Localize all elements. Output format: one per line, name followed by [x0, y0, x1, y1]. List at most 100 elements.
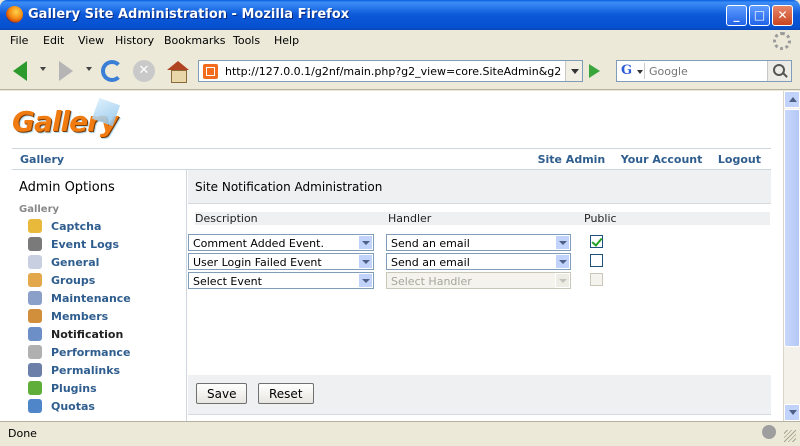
- sidebar-item-members[interactable]: Members: [28, 307, 131, 325]
- menu-view[interactable]: View: [78, 34, 104, 47]
- anchor-icon: [28, 363, 42, 377]
- breadcrumb[interactable]: Gallery: [20, 153, 64, 166]
- chevron-down-icon: [358, 273, 373, 288]
- throbber-icon: [773, 32, 791, 50]
- chevron-down-icon: [555, 273, 570, 288]
- menu-bookmarks[interactable]: Bookmarks: [164, 34, 225, 47]
- puzzle-icon: [28, 381, 42, 395]
- back-history-dropdown[interactable]: [40, 67, 46, 71]
- menu-edit[interactable]: Edit: [43, 34, 64, 47]
- reset-button[interactable]: Reset: [258, 383, 314, 404]
- sidebar-item-plugins[interactable]: Plugins: [28, 379, 131, 397]
- chevron-down-icon: [358, 254, 373, 269]
- log-icon: [28, 237, 42, 251]
- event-select-1[interactable]: Comment Added Event.: [188, 234, 374, 251]
- minimize-button[interactable]: _: [726, 5, 747, 26]
- menu-file[interactable]: File: [10, 34, 28, 47]
- scroll-down-button[interactable]: [784, 404, 800, 421]
- sidebar-item-general[interactable]: General: [28, 253, 131, 271]
- event-select-value: Select Event: [193, 275, 262, 288]
- sidebar-item-performance[interactable]: Performance: [28, 343, 131, 361]
- url-dropdown-button[interactable]: [565, 61, 582, 81]
- scroll-up-button[interactable]: [784, 91, 800, 108]
- chevron-down-icon: [555, 235, 570, 250]
- reload-button[interactable]: [98, 58, 126, 84]
- sidebar-nav: Captcha Event Logs General Groups Maintenanc…: [28, 217, 131, 415]
- reload-icon: [101, 60, 123, 82]
- sidebar-item-maintenance[interactable]: Maintenance: [28, 289, 131, 307]
- public-checkbox-2[interactable]: [590, 254, 603, 267]
- sidebar-item-label: General: [51, 255, 100, 269]
- envelope-icon: [28, 327, 42, 341]
- table-header: Description Handler Public: [195, 212, 770, 225]
- sidebar-item-notification[interactable]: Notification: [28, 325, 131, 343]
- back-button[interactable]: [6, 58, 34, 84]
- menu-tools[interactable]: Tools: [233, 34, 260, 47]
- forward-history-dropdown[interactable]: [86, 67, 92, 71]
- google-icon: G: [621, 63, 633, 78]
- resize-grip[interactable]: [784, 430, 796, 442]
- site-admin-link[interactable]: Site Admin: [538, 153, 606, 166]
- sidebar-item-label: Permalinks: [51, 363, 121, 377]
- sidebar-heading: Admin Options: [19, 180, 115, 195]
- column-public: Public: [584, 212, 617, 225]
- handler-select-value: Send an email: [391, 256, 470, 269]
- column-handler: Handler: [388, 212, 432, 225]
- handler-select-2[interactable]: Send an email: [386, 253, 571, 270]
- vertical-scrollbar[interactable]: [783, 91, 800, 421]
- sidebar-item-permalinks[interactable]: Permalinks: [28, 361, 131, 379]
- members-icon: [28, 309, 42, 323]
- page-title: Site Notification Administration: [195, 180, 383, 194]
- event-select-3[interactable]: Select Event: [188, 272, 374, 289]
- menu-help[interactable]: Help: [274, 34, 299, 47]
- event-select-value: User Login Failed Event: [193, 256, 322, 269]
- your-account-link[interactable]: Your Account: [621, 153, 703, 166]
- scroll-thumb[interactable]: [784, 109, 800, 347]
- sidebar-item-groups[interactable]: Groups: [28, 271, 131, 289]
- close-icon: ✕: [777, 8, 788, 22]
- logout-link[interactable]: Logout: [718, 153, 761, 166]
- sidebar-item-label: Notification: [51, 327, 124, 341]
- sidebar-item-label: Members: [51, 309, 109, 323]
- maximize-button[interactable]: □: [749, 5, 770, 26]
- go-button[interactable]: [589, 64, 600, 78]
- stop-button[interactable]: ✕: [130, 58, 158, 84]
- chevron-down-icon: [555, 254, 570, 269]
- event-select-2[interactable]: User Login Failed Event: [188, 253, 374, 270]
- sidebar-item-captcha[interactable]: Captcha: [28, 217, 131, 235]
- menu-bar: File Edit View History Bookmarks Tools H…: [0, 30, 800, 52]
- sidebar-item-label: Captcha: [51, 219, 102, 233]
- site-favicon-icon: [203, 64, 218, 79]
- save-button[interactable]: Save: [196, 383, 248, 404]
- firefox-icon: [6, 6, 23, 23]
- shield-icon: [28, 219, 42, 233]
- user-links: Site Admin Your Account Logout: [526, 153, 761, 166]
- status-bar: Done: [0, 421, 800, 446]
- handler-select-value: Select Handler: [391, 275, 472, 288]
- home-button[interactable]: [164, 58, 192, 84]
- forward-button[interactable]: [52, 58, 80, 84]
- sidebar-item-quotas[interactable]: Quotas: [28, 397, 131, 415]
- search-engine-selector[interactable]: G: [619, 63, 645, 79]
- site-header-bar: Gallery Site Admin Your Account Logout: [12, 148, 771, 170]
- sidebar-item-label: Groups: [51, 273, 96, 287]
- sidebar-item-event-logs[interactable]: Event Logs: [28, 235, 131, 253]
- stop-icon: ✕: [133, 60, 155, 82]
- sidebar-item-label: Performance: [51, 345, 131, 359]
- search-input[interactable]: [649, 64, 767, 78]
- minimize-icon: _: [733, 8, 740, 22]
- sidebar-item-label: Plugins: [51, 381, 97, 395]
- close-button[interactable]: ✕: [772, 5, 793, 26]
- url-bar[interactable]: http://127.0.0.1/g2nf/main.php?g2_view=c…: [198, 60, 583, 82]
- url-text[interactable]: http://127.0.0.1/g2nf/main.php?g2_view=c…: [225, 65, 561, 78]
- handler-select-1[interactable]: Send an email: [386, 234, 571, 251]
- form-actions: Save Reset: [188, 375, 771, 415]
- page-header: Site Notification Administration: [188, 170, 771, 204]
- event-select-value: Comment Added Event.: [193, 237, 324, 250]
- public-checkbox-1[interactable]: [590, 235, 603, 248]
- search-button[interactable]: [767, 61, 791, 81]
- general-icon: [28, 255, 42, 269]
- handler-select-3: Select Handler: [386, 272, 571, 289]
- back-arrow-icon: [13, 61, 27, 81]
- menu-history[interactable]: History: [115, 34, 154, 47]
